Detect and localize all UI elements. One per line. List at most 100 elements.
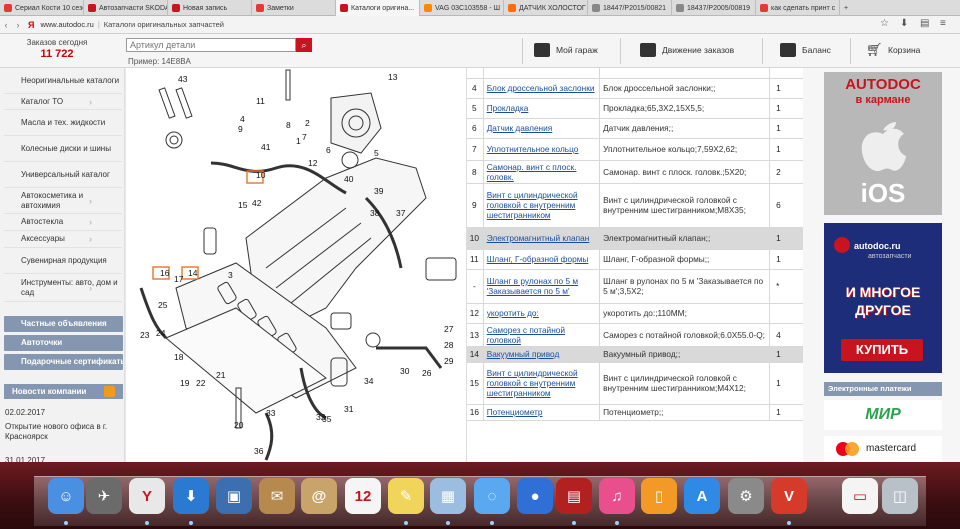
system-preferences-icon[interactable]: ⚙	[728, 478, 764, 514]
itunes-icon[interactable]: ♫	[599, 478, 635, 514]
ibooks-icon[interactable]: ▯	[641, 478, 677, 514]
table-row[interactable]: 6 Датчик давления Датчик давления;; 1	[467, 118, 803, 139]
part-name-link[interactable]: Вакуумный привод	[482, 346, 600, 363]
article-search-input[interactable]	[126, 38, 296, 52]
callout-label-21[interactable]: 21	[216, 370, 226, 380]
contacts-icon[interactable]: @	[301, 478, 337, 514]
callout-label-37[interactable]: 37	[396, 208, 406, 218]
extensions-icon[interactable]: ▤	[920, 18, 929, 29]
part-name-link[interactable]: Блок дроссельной заслонки	[482, 78, 600, 99]
launchpad-icon[interactable]: ✈	[86, 478, 122, 514]
callout-label-6[interactable]: 6	[326, 145, 331, 155]
mail-icon[interactable]: ✉	[259, 478, 295, 514]
table-row[interactable]: 15 Винт с цилиндрической головкой с внутр…	[467, 362, 803, 405]
callout-label-15[interactable]: 15	[238, 200, 248, 210]
document-icon[interactable]: ▭	[842, 478, 878, 514]
tab-6[interactable]: VAG 03C103558 - Ш	[420, 0, 504, 16]
callout-label-5[interactable]: 5	[374, 148, 379, 158]
calendar-icon[interactable]: 12	[345, 478, 381, 514]
vkontakte-icon[interactable]: V	[771, 478, 807, 514]
callout-label-39[interactable]: 39	[374, 186, 384, 196]
news-link[interactable]: Открытие нового офиса в г. Красноярск	[5, 422, 123, 442]
callout-label-9[interactable]: 9	[238, 124, 243, 134]
callout-label-42[interactable]: 42	[252, 198, 262, 208]
tab-3[interactable]: Новая запись	[168, 0, 252, 16]
callout-label-10[interactable]: 10	[256, 170, 266, 180]
downloader-icon[interactable]: ⬇	[173, 478, 209, 514]
url-text[interactable]: www.autodoc.ru	[40, 20, 93, 29]
table-row[interactable]: 11 Шланг, Г-образной формы Шланг, Г-образн…	[467, 249, 803, 270]
table-row[interactable]: 7 Уплотнительное кольцо Уплотнительное кол…	[467, 138, 803, 161]
callout-label-1[interactable]: 1	[296, 136, 301, 146]
callout-label-16[interactable]: 16	[160, 268, 170, 278]
callout-label-22[interactable]: 22	[196, 378, 206, 388]
callout-label-23[interactable]: 23	[140, 330, 150, 340]
cart-link[interactable]: 🛒︎ Корзина	[866, 40, 920, 60]
callout-label-31[interactable]: 31	[344, 404, 354, 414]
table-row[interactable]: 13 Саморез с потайной головкой Саморез с п…	[467, 323, 803, 347]
part-name-link[interactable]: Саморез с потайной головкой	[482, 323, 600, 347]
menu-icon[interactable]: ≡	[940, 18, 946, 29]
tab-5[interactable]: Каталоги оригина...	[336, 0, 420, 16]
part-name-link[interactable]: Шланг, Г-образной формы	[482, 249, 600, 270]
forward-icon[interactable]: ›	[12, 20, 24, 30]
callout-label-36[interactable]: 36	[254, 446, 264, 456]
sidebar-item-glass[interactable]: Автостекла ›	[4, 214, 122, 231]
photo-booth-icon[interactable]: ▤	[556, 478, 592, 514]
table-row[interactable]: 4 Блок дроссельной заслонки Блок дроссельн…	[467, 78, 803, 99]
callout-label-43[interactable]: 43	[178, 74, 188, 84]
table-row[interactable]: 9 Винт с цилиндрической головкой с внутре…	[467, 183, 803, 228]
part-name-link[interactable]: Датчик давления	[482, 118, 600, 139]
callout-label-30[interactable]: 30	[400, 366, 410, 376]
table-row[interactable]: 8 Самонар. винт с плоск. головк. Самонар. …	[467, 160, 803, 184]
sidebar-item-to-catalog[interactable]: Каталог ТО ›	[4, 94, 122, 110]
preview-icon[interactable]: ▦	[430, 478, 466, 514]
callout-label-4[interactable]: 4	[240, 114, 245, 124]
callout-label-40[interactable]: 40	[344, 174, 354, 184]
sidebar-item-oils[interactable]: Масла и тех. жидкости ›	[4, 110, 122, 136]
callout-label-18[interactable]: 18	[174, 352, 184, 362]
download-icon[interactable]: ⬇	[900, 18, 908, 29]
callout-label-13[interactable]: 13	[388, 72, 398, 82]
part-name-link[interactable]: Прокладка	[482, 98, 600, 119]
photos-icon[interactable]: ▣	[216, 478, 252, 514]
finder-icon[interactable]: ☺	[48, 478, 84, 514]
callout-label-25[interactable]: 25	[158, 300, 168, 310]
callout-label-24[interactable]: 24	[156, 328, 166, 338]
sidebar-item-souvenirs[interactable]: Сувенирная продукция ›	[4, 248, 122, 274]
part-name-link[interactable]: Потенциометр	[482, 404, 600, 421]
tab-4[interactable]: Заметки	[252, 0, 336, 16]
callout-label-27[interactable]: 27	[444, 324, 454, 334]
callout-label-7[interactable]: 7	[302, 132, 307, 142]
part-name-link[interactable]: Шланг в рулонах по 5 м 'Заказывается по …	[482, 269, 600, 304]
sidebar-item-tools[interactable]: Инструменты: авто, дом и сад ›	[4, 274, 122, 302]
star-icon[interactable]: ☆	[880, 18, 889, 29]
back-icon[interactable]: ‹	[0, 20, 12, 30]
table-row[interactable]: 5 Прокладка Прокладка;65,3X2,15X5,5; 1	[467, 98, 803, 119]
callout-label-20[interactable]: 20	[234, 420, 244, 430]
callout-label-11[interactable]: 11	[256, 96, 265, 106]
parts-diagram[interactable]: 43 13 11 2 9 8 7 6 41 1 10 5 40 39 38 42 37 15 3 16 14 17 24 25…	[126, 68, 466, 462]
callout-label-41[interactable]: 41	[261, 142, 271, 152]
callout-label-38[interactable]: 38	[370, 208, 380, 218]
callout-label-34[interactable]: 34	[364, 376, 374, 386]
app-store-icon[interactable]: A	[684, 478, 720, 514]
part-name-link[interactable]: укоротить до:	[482, 303, 600, 324]
part-name-link[interactable]: Самонар. винт с плоск. головк.	[482, 160, 600, 184]
messages-icon[interactable]: ◌	[474, 478, 510, 514]
part-name-link[interactable]: Уплотнительное кольцо	[482, 138, 600, 161]
balance-link[interactable]: Баланс	[780, 40, 831, 60]
callout-label-14[interactable]: 14	[188, 268, 198, 278]
tab-1[interactable]: Сериал Кости 10 сезо	[0, 0, 84, 16]
private-ads-button[interactable]: Частные объявления	[4, 316, 123, 332]
sidebar-item-car-cosmetics[interactable]: Автокосметика и автохимия ›	[4, 188, 122, 214]
autodoc-ios-banner[interactable]: AUTODOC в кармане iOS	[824, 72, 942, 215]
callout-label-2[interactable]: 2	[305, 118, 310, 128]
table-row[interactable]: 14 Вакуумный привод Вакуумный привод;; 1	[467, 346, 803, 363]
sidebar-item-wheels[interactable]: Колесные диски и шины ›	[4, 136, 122, 162]
buy-button[interactable]: КУПИТЬ	[841, 339, 923, 361]
part-name-link[interactable]: Винт с цилиндрической головкой с внутрен…	[482, 362, 600, 405]
part-name-link[interactable]: Электромагнитный клапан	[482, 227, 600, 250]
yandex-icon[interactable]: Я	[28, 20, 34, 30]
yandex-browser-icon[interactable]: Y	[129, 478, 165, 514]
